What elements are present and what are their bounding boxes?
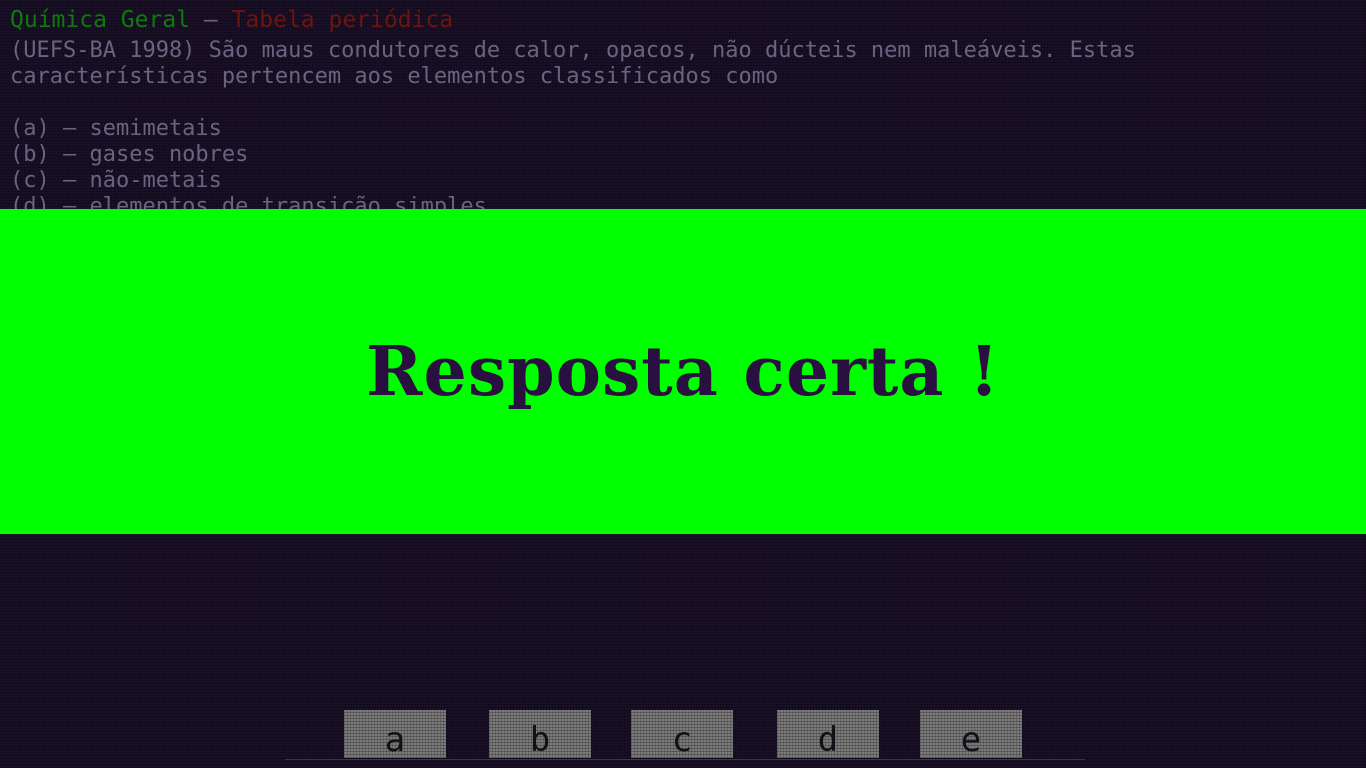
header-separator: – bbox=[190, 7, 232, 33]
subject-title: Química Geral bbox=[10, 7, 191, 33]
answer-button-a[interactable]: a bbox=[344, 710, 446, 758]
answer-button-c[interactable]: c bbox=[631, 710, 733, 758]
topic-title: Tabela periódica bbox=[231, 7, 454, 33]
answer-button-e[interactable]: e bbox=[920, 710, 1022, 758]
header: Química Geral – Tabela periódica bbox=[10, 6, 453, 34]
button-baseline-divider bbox=[285, 759, 1085, 760]
option-c: (c) – não-metais bbox=[10, 168, 222, 193]
correct-answer-banner: Resposta certa ! bbox=[0, 209, 1366, 534]
feedback-message: Resposta certa ! bbox=[366, 331, 1000, 412]
answer-button-b[interactable]: b bbox=[489, 710, 591, 758]
quiz-screen: Química Geral – Tabela periódica (UEFS-B… bbox=[0, 0, 1366, 768]
answer-button-d[interactable]: d bbox=[777, 710, 879, 758]
question-text: (UEFS-BA 1998) São maus condutores de ca… bbox=[10, 38, 1136, 89]
option-b: (b) – gases nobres bbox=[10, 142, 249, 167]
option-a: (a) – semimetais bbox=[10, 116, 222, 141]
option-list: (a) – semimetais (b) – gases nobres (c) … bbox=[10, 116, 487, 220]
